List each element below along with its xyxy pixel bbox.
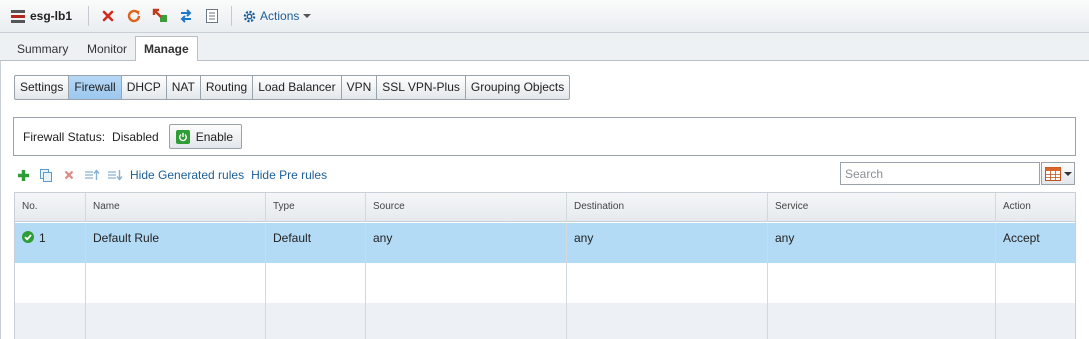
- subtab-routing[interactable]: Routing: [201, 76, 254, 99]
- move-up-icon[interactable]: [84, 167, 100, 183]
- search-input[interactable]: [841, 163, 1039, 184]
- enable-button-label: Enable: [195, 129, 234, 144]
- gear-icon: [242, 9, 257, 24]
- rule-action-cell: Accept: [1003, 231, 1040, 245]
- grid-icon: [1044, 166, 1061, 181]
- sub-tab-bar: Settings Firewall DHCP NAT Routing Load …: [14, 75, 571, 100]
- tab-manage[interactable]: Manage: [135, 36, 198, 62]
- log-icon[interactable]: [201, 5, 223, 27]
- subtab-dhcp[interactable]: DHCP: [122, 76, 167, 99]
- main-tab-bar: Summary Monitor Manage: [0, 33, 1089, 62]
- rule-number: 1: [39, 231, 46, 245]
- subtab-load-balancer[interactable]: Load Balancer: [253, 76, 342, 99]
- move-down-icon[interactable]: [107, 167, 123, 183]
- firewall-status-label: Firewall Status:: [23, 129, 106, 144]
- refresh-icon[interactable]: [123, 5, 145, 27]
- column-header-service[interactable]: Service: [768, 193, 996, 222]
- firewall-status-value: Disabled: [112, 129, 159, 144]
- migrate-icon[interactable]: [175, 5, 197, 27]
- object-toolbar: esg-lb1 Actions: [0, 0, 1089, 33]
- actions-label: Actions: [260, 9, 300, 23]
- tab-summary[interactable]: Summary: [9, 38, 76, 61]
- rule-service-cell: any: [768, 223, 996, 263]
- firewall-rules-table: No. Name Type Source Destination Service…: [14, 192, 1076, 339]
- column-header-source[interactable]: Source: [366, 193, 567, 222]
- actions-menu-button[interactable]: Actions: [238, 9, 315, 24]
- rule-destination-cell: any: [567, 223, 768, 263]
- table-row[interactable]: 1 Default Rule Default any any any Accep…: [15, 223, 1075, 263]
- delete-icon[interactable]: [97, 5, 119, 27]
- subtab-grouping-objects[interactable]: Grouping Objects: [466, 76, 569, 99]
- copy-icon[interactable]: [38, 167, 54, 183]
- deploy-icon[interactable]: [149, 5, 171, 27]
- toolbar-divider: [88, 6, 90, 26]
- power-icon: [175, 129, 190, 144]
- subtab-nat[interactable]: NAT: [167, 76, 201, 99]
- delete-icon[interactable]: [61, 167, 77, 183]
- table-header: No. Name Type Source Destination Service…: [15, 193, 1075, 222]
- column-header-no[interactable]: No.: [15, 193, 86, 222]
- hide-generated-rules-link[interactable]: Hide Generated rules: [130, 168, 244, 182]
- firewall-status-panel: Firewall Status: Disabled Enable: [13, 117, 1076, 156]
- subtab-firewall[interactable]: Firewall: [69, 76, 122, 99]
- check-circle-icon: [22, 231, 34, 243]
- hide-pre-rules-link[interactable]: Hide Pre rules: [251, 168, 327, 182]
- rule-type-cell: Default: [266, 223, 366, 263]
- rule-number-cell: 1: [15, 223, 86, 263]
- chevron-down-icon: [1063, 171, 1072, 176]
- rule-source-cell: any: [366, 223, 567, 263]
- column-header-name[interactable]: Name: [86, 193, 266, 222]
- edge-icon: [10, 8, 26, 24]
- add-icon[interactable]: [15, 167, 31, 183]
- rules-toolbar: Hide Generated rules Hide Pre rules: [15, 162, 1075, 186]
- column-header-type[interactable]: Type: [266, 193, 366, 222]
- tab-monitor[interactable]: Monitor: [79, 38, 135, 61]
- column-header-action[interactable]: Action: [996, 193, 1077, 222]
- search-box: [840, 162, 1040, 185]
- chevron-down-icon: [303, 14, 312, 18]
- toolbar-divider: [231, 6, 233, 26]
- empty-table-row: [15, 303, 1075, 339]
- subtab-vpn[interactable]: VPN: [342, 76, 378, 99]
- enable-firewall-button[interactable]: Enable: [168, 124, 243, 149]
- subtab-ssl-vpn-plus[interactable]: SSL VPN-Plus: [377, 76, 466, 99]
- empty-table-row: [15, 263, 1075, 303]
- column-header-destination[interactable]: Destination: [567, 193, 768, 222]
- column-chooser-button[interactable]: [1041, 162, 1075, 185]
- manage-content: Settings Firewall DHCP NAT Routing Load …: [0, 61, 1089, 339]
- subtab-settings[interactable]: Settings: [15, 76, 70, 99]
- object-title: esg-lb1: [30, 9, 73, 23]
- rule-name-cell: Default Rule: [86, 223, 266, 263]
